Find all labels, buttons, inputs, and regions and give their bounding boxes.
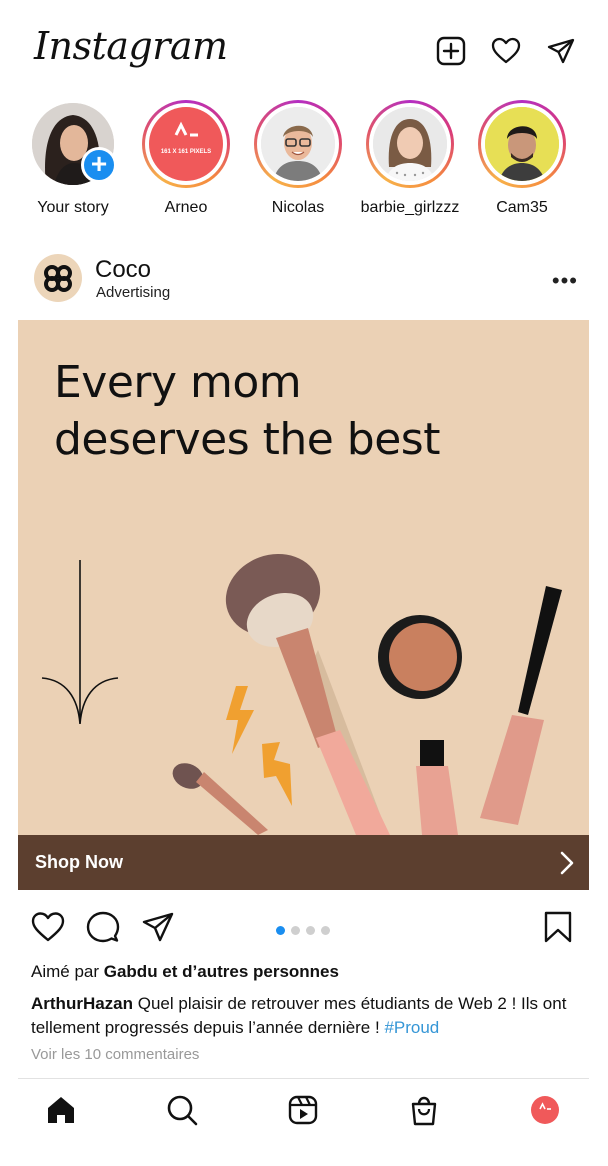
story-your-story[interactable]: + Your story [17, 100, 129, 217]
story-barbie-girlzzz[interactable]: barbie_girlzzz [354, 100, 466, 217]
view-comments-link[interactable]: Voir les 10 commentaires [31, 1045, 591, 1059]
carousel-dot [321, 926, 330, 935]
avatar: 161 X 161 PIXELS [149, 107, 223, 181]
story-label: Arneo [164, 199, 208, 216]
avatar [261, 107, 335, 181]
post-sponsored-label: Advertising [96, 284, 171, 301]
arneo-logo [539, 1102, 551, 1110]
home-icon[interactable] [45, 1094, 77, 1126]
story-ring: 161 X 161 PIXELS [142, 100, 230, 188]
shop-icon[interactable] [408, 1094, 440, 1126]
user-avatar-illustration [485, 107, 559, 181]
lip-tube-icon [416, 740, 458, 835]
story-ring [254, 100, 342, 188]
share-icon[interactable] [141, 910, 175, 944]
carousel-dot [306, 926, 315, 935]
reels-icon[interactable] [287, 1094, 319, 1126]
post-actions [0, 900, 608, 956]
story-ring [478, 100, 566, 188]
story-label: Nicolas [271, 199, 325, 216]
arneo-logo [174, 121, 198, 137]
shop-now-button[interactable]: Shop Now [18, 835, 589, 890]
story-cam35[interactable]: Cam35 [466, 100, 578, 217]
small-brush-icon [172, 763, 268, 835]
more-options-icon[interactable]: ••• [552, 268, 578, 294]
shop-now-label: Shop Now [35, 852, 123, 872]
carousel-dot [276, 926, 285, 935]
story-label: Cam35 [496, 199, 548, 216]
user-avatar-illustration [373, 107, 447, 181]
story-label: barbie_girlzzz [360, 199, 460, 216]
post-author[interactable]: Coco [95, 256, 151, 284]
post-caption: ArthurHazan Quel plaisir de retrouver me… [31, 992, 581, 1040]
makeup-illustration [41, 553, 562, 835]
story-avatar-wrapper: + [32, 103, 117, 185]
post-header: Coco Advertising ••• [0, 250, 608, 310]
avatar [373, 107, 447, 181]
lightning-icon [262, 742, 292, 806]
story-ring [366, 100, 454, 188]
comment-icon[interactable] [86, 910, 120, 944]
bottom-nav-divider [18, 1078, 589, 1079]
story-arneo[interactable]: 161 X 161 PIXELS Arneo [130, 100, 242, 217]
bottom-navigation [0, 1080, 608, 1166]
coco-logo-icon [44, 265, 72, 292]
ad-image[interactable]: Every mom deserves the best [18, 320, 589, 835]
mascara-icon [480, 586, 562, 825]
search-icon[interactable] [166, 1094, 198, 1126]
brand-avatar[interactable] [34, 254, 82, 302]
caption-hashtag[interactable]: #Proud [384, 1018, 439, 1037]
likes-summary[interactable]: Aimé par Gabdu et d’autres personnes [31, 962, 339, 982]
story-nicolas[interactable]: Nicolas [242, 100, 354, 217]
carousel-dot [291, 926, 300, 935]
caption-username[interactable]: ArthurHazan [31, 994, 133, 1013]
down-arrow-icon [41, 560, 119, 725]
heart-icon[interactable] [491, 36, 521, 66]
like-heart-icon[interactable] [31, 910, 65, 944]
new-post-icon[interactable] [436, 36, 466, 66]
stories-tray: + Your story 161 X 161 PIXELS Arneo Nico… [0, 96, 608, 226]
story-badge-text: 161 X 161 PIXELS [160, 149, 212, 155]
carousel-indicator [276, 922, 336, 935]
profile-avatar[interactable] [531, 1096, 559, 1124]
top-bar: Instagram [0, 0, 608, 96]
compact-powder-icon [378, 615, 462, 699]
lightning-icon [226, 686, 254, 754]
instagram-logo[interactable]: Instagram [34, 24, 228, 68]
story-label: Your story [37, 199, 109, 216]
user-avatar-illustration [261, 107, 335, 181]
avatar [485, 107, 559, 181]
likes-prefix: Aimé par [31, 962, 104, 981]
chevron-right-icon [560, 851, 574, 875]
direct-message-icon[interactable] [546, 36, 576, 66]
likes-names[interactable]: Gabdu et d’autres personnes [104, 962, 339, 981]
add-story-button[interactable]: + [81, 147, 117, 183]
save-bookmark-icon[interactable] [541, 910, 575, 944]
